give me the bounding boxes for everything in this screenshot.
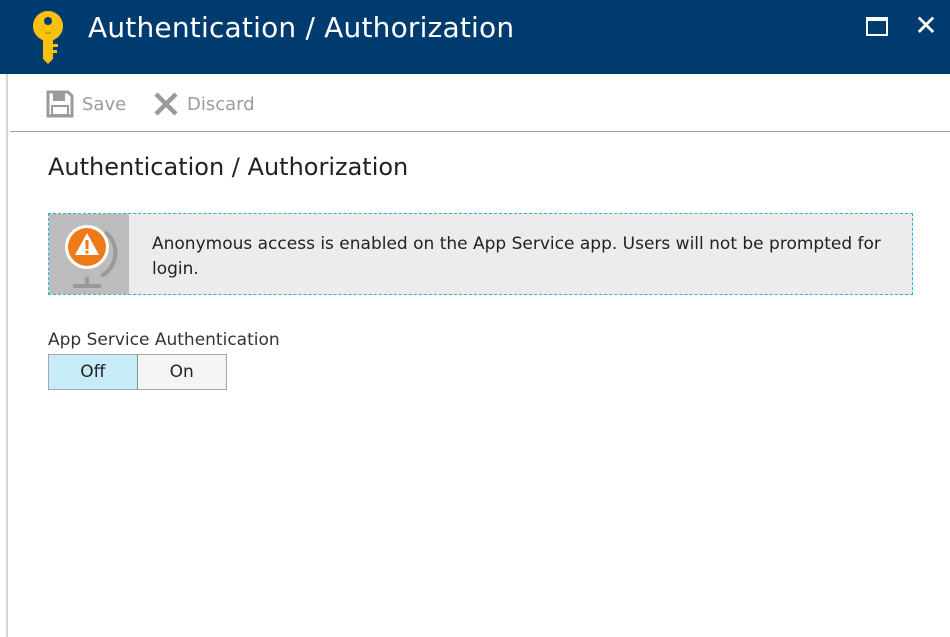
blade-title: Authentication / Authorization: [88, 11, 515, 44]
warning-message: Anonymous access is enabled on the App S…: [152, 234, 881, 279]
maximize-icon: [866, 17, 888, 36]
anonymous-access-warning: Anonymous access is enabled on the App S…: [48, 213, 913, 295]
discard-icon: [154, 92, 178, 116]
left-blade-edge-header: [0, 0, 8, 74]
blade-header: Authentication / Authorization ✕: [8, 0, 950, 74]
toggle-option-off[interactable]: Off: [49, 355, 138, 389]
key-icon: [30, 10, 66, 64]
discard-button[interactable]: Discard: [153, 90, 255, 118]
save-icon: [46, 90, 74, 118]
toggle-option-on[interactable]: On: [137, 355, 226, 389]
app-service-authentication-toggle: Off On: [48, 354, 227, 390]
close-icon: ✕: [914, 9, 938, 42]
app-service-authentication-label: App Service Authentication: [48, 330, 280, 350]
discard-label: Discard: [187, 93, 255, 115]
maximize-button[interactable]: [866, 16, 890, 38]
save-button[interactable]: Save: [46, 90, 126, 118]
save-label: Save: [82, 93, 127, 115]
command-bar: Save Discard: [10, 74, 950, 132]
close-button[interactable]: ✕: [913, 12, 939, 40]
left-blade-edge: [0, 0, 8, 637]
page-title: Authentication / Authorization: [48, 153, 409, 181]
warning-globe-icon: [49, 214, 129, 294]
